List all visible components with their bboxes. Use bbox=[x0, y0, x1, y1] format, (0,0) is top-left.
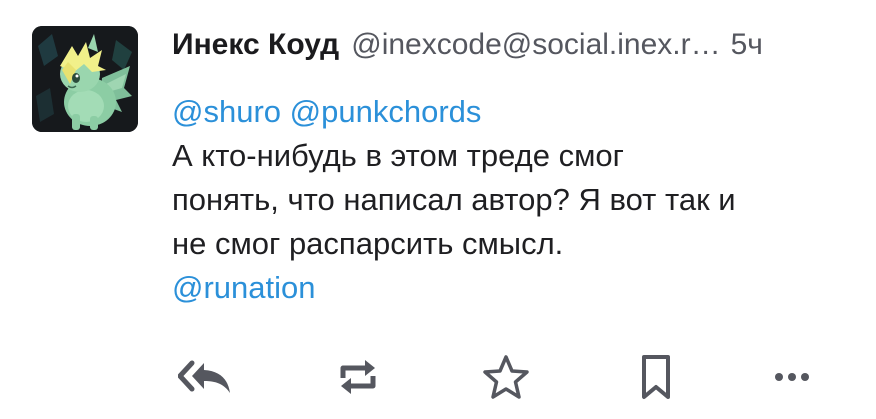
favourite-button[interactable] bbox=[474, 345, 538, 409]
mention-punkchords[interactable]: @punkchords bbox=[290, 94, 482, 129]
body-line: не смог распарсить смысл. bbox=[172, 226, 564, 261]
reply-all-icon bbox=[178, 360, 230, 393]
more-icon bbox=[775, 373, 809, 381]
body-line: понять, что написал автор? Я вот так и bbox=[172, 182, 736, 217]
status-header: Инекс Коуд @inexcode@social.inex.r… 5ч bbox=[172, 22, 852, 68]
mention-line: @runation bbox=[172, 266, 852, 310]
boost-button[interactable] bbox=[326, 345, 390, 409]
bookmark-button[interactable] bbox=[624, 345, 688, 409]
more-button[interactable] bbox=[760, 345, 824, 409]
boost-icon bbox=[340, 360, 376, 394]
avatar[interactable] bbox=[32, 26, 138, 132]
mentions-line: @shuro @punkchords bbox=[172, 90, 852, 134]
display-name[interactable]: Инекс Коуд bbox=[172, 28, 339, 62]
status-content: @shuro @punkchords А кто-нибудь в этом т… bbox=[172, 90, 852, 310]
mention-runation[interactable]: @runation bbox=[172, 270, 316, 305]
reply-all-button[interactable] bbox=[174, 345, 238, 409]
avatar-image bbox=[32, 26, 138, 132]
status-actions bbox=[0, 345, 876, 409]
body-line: А кто-нибудь в этом треде смог bbox=[172, 138, 624, 173]
bookmark-icon bbox=[642, 355, 670, 399]
account-handle[interactable]: @inexcode@social.inex.r… bbox=[351, 28, 720, 62]
timestamp[interactable]: 5ч bbox=[731, 28, 763, 62]
star-icon bbox=[483, 355, 529, 399]
status-card[interactable]: Инекс Коуд @inexcode@social.inex.r… 5ч @… bbox=[0, 0, 876, 419]
mention-shuro[interactable]: @shuro bbox=[172, 94, 281, 129]
